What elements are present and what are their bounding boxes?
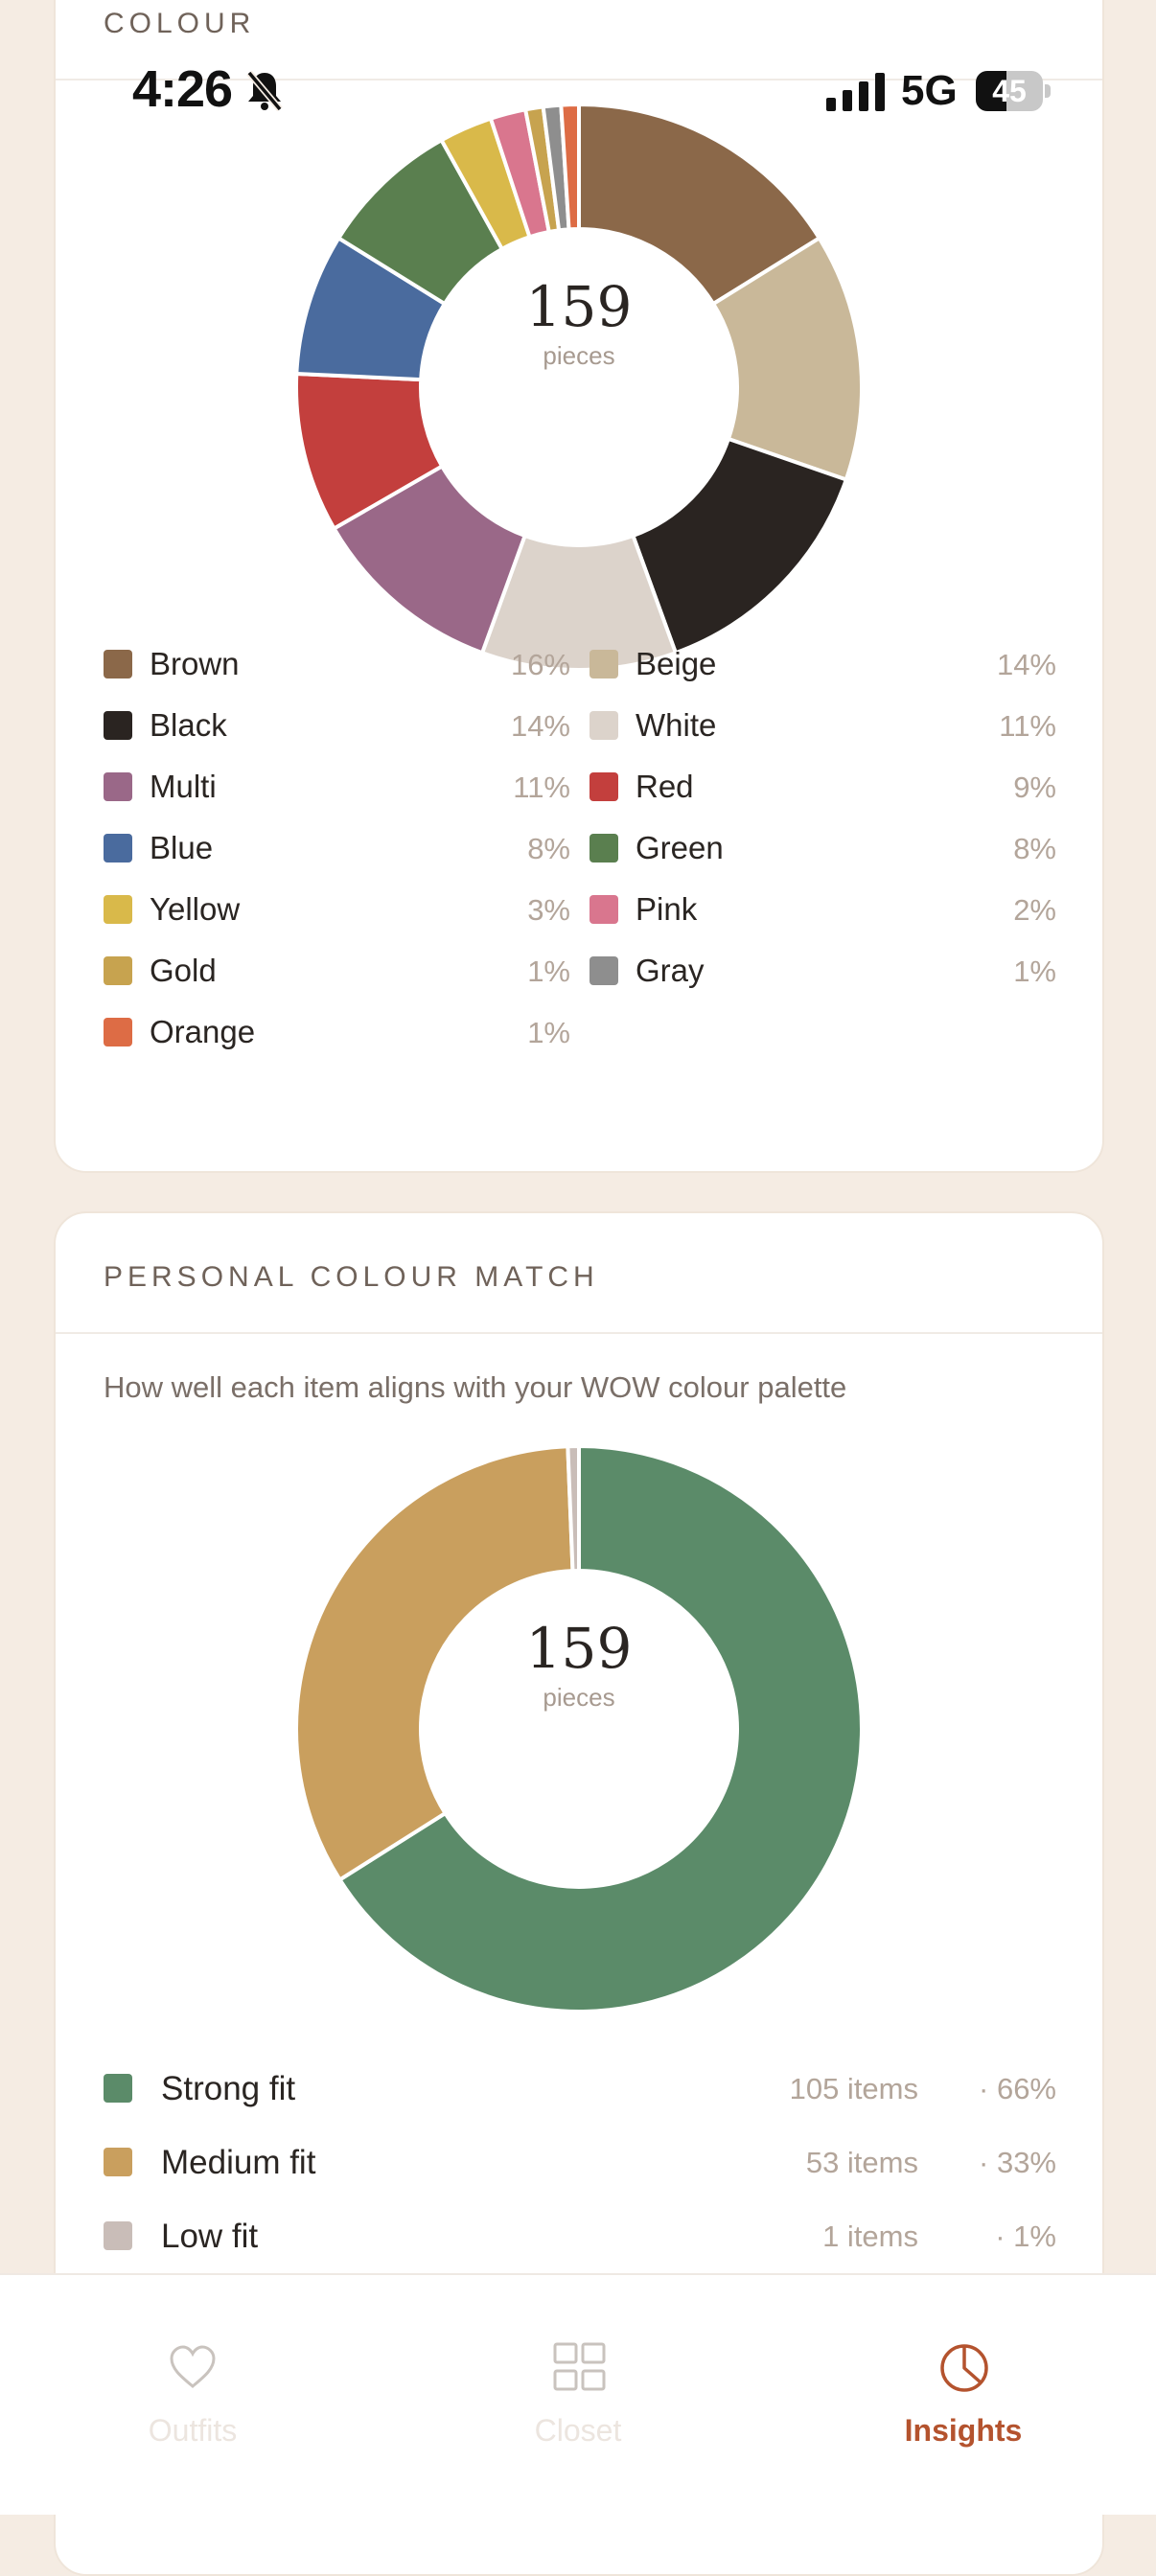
status-time: 4:26 (132, 60, 233, 118)
legend-label: Green (636, 830, 724, 865)
legend-swatch (104, 772, 132, 801)
network-type: 5G (901, 67, 958, 114)
match-legend-label: Medium fit (161, 2144, 316, 2181)
legend-percent: 8% (527, 832, 570, 865)
match-legend-count: 105 items (789, 2072, 918, 2105)
colour-center-value: 159 (525, 274, 633, 339)
legend-label: Yellow (150, 891, 241, 927)
match-card-divider (56, 1332, 1102, 1334)
battery-nub (1045, 84, 1051, 98)
grid-icon (553, 2342, 606, 2391)
legend-label: Black (150, 707, 227, 743)
tab-outfits-label: Outfits (148, 2413, 238, 2448)
legend-swatch (104, 2148, 132, 2176)
cellular-signal-icon (826, 73, 885, 111)
tab-outfits[interactable]: Outfits (0, 2275, 385, 2467)
legend-percent: 1% (527, 954, 570, 988)
legend-label: Gray (636, 953, 705, 988)
legend-item-multi: Multi 11% (104, 759, 570, 816)
legend-swatch (104, 2221, 132, 2250)
legend-item-yellow: Yellow 3% (104, 882, 570, 939)
legend-item-gold: Gold 1% (104, 943, 570, 1000)
battery-level: 45 (992, 74, 1027, 108)
legend-label: Gold (150, 953, 217, 988)
legend-percent: 16% (510, 648, 570, 681)
legend-swatch (104, 2074, 132, 2103)
legend-swatch (590, 772, 618, 801)
legend-label: Brown (150, 646, 240, 681)
status-bar: 4:26 5G 45 (0, 0, 1156, 192)
legend-percent: 2% (1013, 893, 1056, 927)
legend-item-brown: Brown 16% (104, 636, 570, 694)
match-legend-count: 53 items (805, 2146, 918, 2179)
match-legend-label: Strong fit (161, 2070, 296, 2107)
legend-swatch (104, 711, 132, 740)
legend-item-green: Green 8% (590, 820, 1056, 878)
match-subtitle: How well each item aligns with your WOW … (104, 1370, 847, 1404)
legend-item-beige: Beige 14% (590, 636, 1056, 694)
legend-swatch (590, 711, 618, 740)
match-legend-item-low-fit: Low fit 1 items · 1% (104, 2208, 1056, 2266)
tab-insights-label: Insights (904, 2413, 1023, 2448)
match-legend-percent: · 66% (979, 2072, 1056, 2105)
legend-percent: 9% (1013, 770, 1056, 804)
legend-label: Multi (150, 769, 217, 804)
legend-swatch (590, 956, 618, 985)
legend-swatch (590, 895, 618, 924)
legend-item-blue: Blue 8% (104, 820, 570, 878)
legend-percent: 11% (999, 709, 1056, 743)
match-legend-percent: · 1% (995, 2220, 1056, 2253)
legend-item-pink: Pink 2% (590, 882, 1056, 939)
legend-percent: 11% (513, 770, 570, 804)
tab-closet[interactable]: Closet (385, 2275, 771, 2467)
battery-icon: 45 (976, 71, 1043, 111)
legend-label: Blue (150, 830, 214, 865)
legend-item-gray: Gray 1% (590, 943, 1056, 1000)
legend-label: Orange (150, 1014, 256, 1049)
legend-swatch (104, 956, 132, 985)
legend-swatch (104, 834, 132, 862)
legend-swatch (590, 650, 618, 678)
legend-label: White (636, 707, 717, 743)
pie-chart-icon (940, 2344, 988, 2392)
match-legend-percent: · 33% (979, 2146, 1056, 2179)
match-legend-count: 1 items (822, 2220, 918, 2253)
legend-swatch (104, 1018, 132, 1046)
legend-label: Pink (636, 891, 698, 927)
legend-item-orange: Orange 1% (104, 1004, 570, 1062)
legend-swatch (104, 895, 132, 924)
match-legend-item-strong-fit: Strong fit 105 items · 66% (104, 2060, 1056, 2118)
legend-item-black: Black 14% (104, 698, 570, 755)
legend-item-white: White 11% (590, 698, 1056, 755)
legend-percent: 3% (527, 893, 570, 927)
match-center-value: 159 (525, 1616, 633, 1681)
legend-swatch (104, 650, 132, 678)
match-center-unit: pieces (543, 1683, 615, 1712)
match-legend-label: Low fit (161, 2218, 259, 2255)
legend-item-red: Red 9% (590, 759, 1056, 816)
match-legend-item-medium-fit: Medium fit 53 items · 33% (104, 2134, 1056, 2192)
heart-icon (170, 2345, 216, 2388)
legend-percent: 14% (996, 648, 1056, 681)
legend-percent: 8% (1013, 832, 1056, 865)
match-donut-chart (294, 1443, 864, 2013)
tab-bar: Outfits Closet Insights (0, 2273, 1156, 2515)
legend-label: Beige (636, 646, 717, 681)
tab-closet-label: Closet (534, 2413, 622, 2448)
tab-insights[interactable]: Insights (771, 2275, 1156, 2467)
match-section-title: PERSONAL COLOUR MATCH (104, 1261, 599, 1293)
legend-percent: 14% (510, 709, 570, 743)
legend-percent: 1% (527, 1016, 570, 1049)
bell-muted-icon (246, 70, 283, 111)
colour-center-unit: pieces (543, 341, 615, 370)
legend-percent: 1% (1013, 954, 1056, 988)
legend-swatch (590, 834, 618, 862)
legend-label: Red (636, 769, 694, 804)
